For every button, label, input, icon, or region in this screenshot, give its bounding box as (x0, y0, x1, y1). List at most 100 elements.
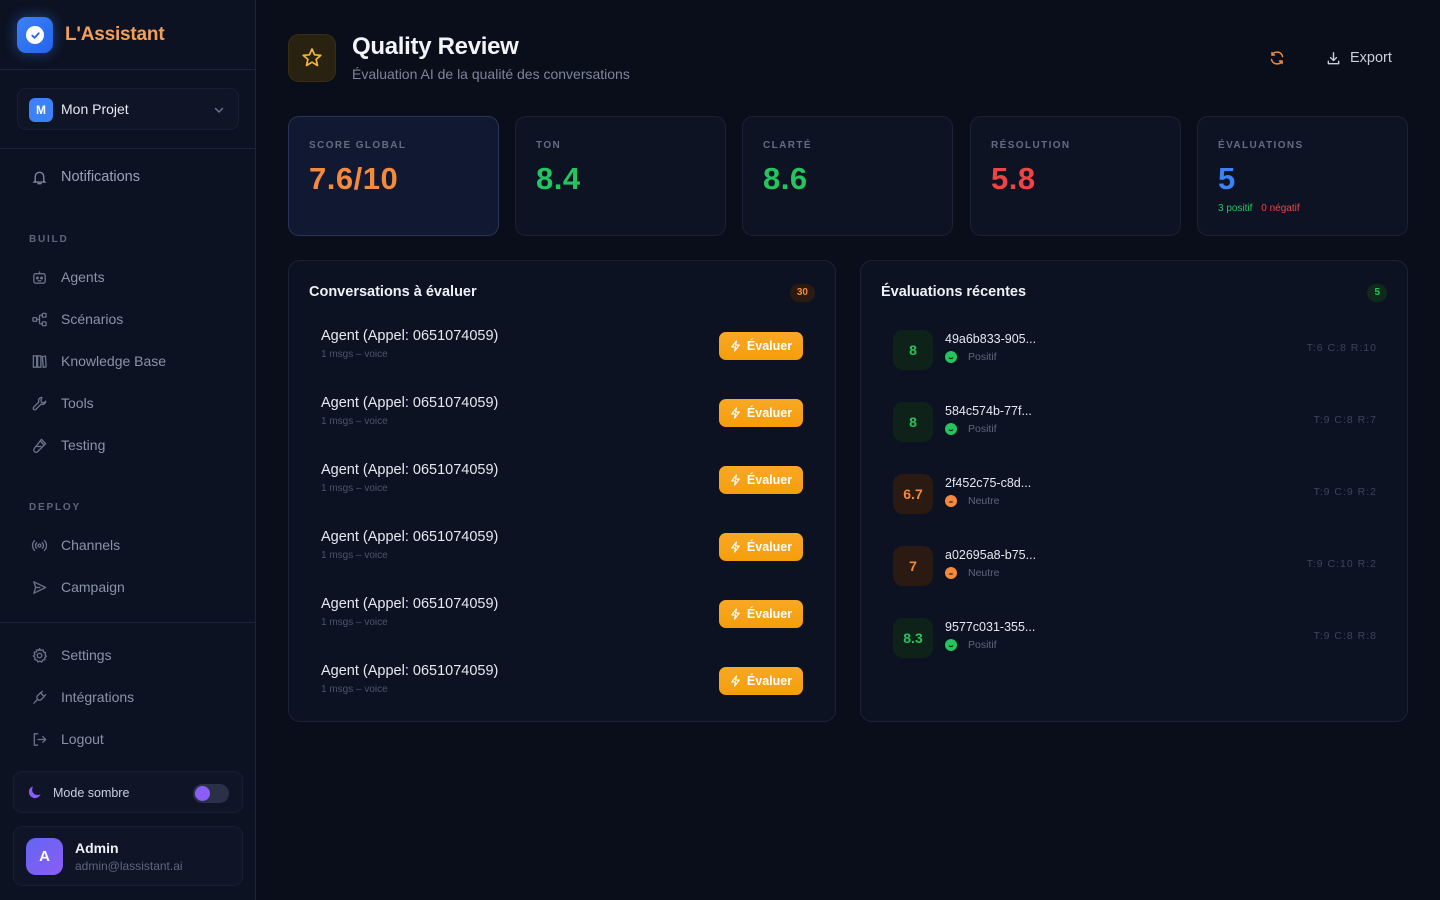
broadcast-icon (30, 536, 48, 554)
list-item[interactable]: Agent (Appel: 0651074059) 1 msgs – voice… (309, 521, 815, 576)
zap-icon (731, 407, 740, 419)
list-item[interactable]: 8 584c574b-77f... Positif T:9 C:8 R:7 (881, 393, 1387, 453)
refresh-button[interactable] (1264, 45, 1290, 71)
conversation-meta: 1 msgs – voice (321, 617, 388, 628)
evaluation-id: a02695a8-b75... (945, 548, 1037, 562)
evaluate-button[interactable]: Évaluer (719, 533, 803, 561)
nav-notifications[interactable]: Notifications (16, 159, 240, 195)
stat-breakdown: 3 positif 0 négatif (1218, 203, 1300, 214)
score-badge: 7 (893, 546, 933, 586)
conversation-title: Agent (Appel: 0651074059) (321, 395, 499, 411)
robot-icon (30, 268, 48, 286)
zap-icon (731, 340, 740, 352)
list-item[interactable]: 7 a02695a8-b75... Neutre T:9 C:10 R:2 (881, 537, 1387, 597)
sentiment-label: Positif (968, 351, 997, 363)
score-badge: 8.3 (893, 618, 933, 658)
list-item[interactable]: Agent (Appel: 0651074059) 1 msgs – voice… (309, 454, 815, 509)
stat-label: TON (536, 140, 562, 151)
evaluate-button[interactable]: Évaluer (719, 332, 803, 360)
nav-scenarios[interactable]: Scénarios (16, 301, 240, 337)
list-item[interactable]: Agent (Appel: 0651074059) 1 msgs – voice… (309, 655, 815, 710)
stat-card-ton: TON 8.4 (515, 116, 726, 236)
nav-campaign[interactable]: Campaign (16, 569, 240, 605)
evaluate-label: Évaluer (746, 540, 793, 554)
nav-logout[interactable]: Logout (16, 721, 240, 757)
plug-icon (30, 688, 48, 706)
list-item[interactable]: 8.3 9577c031-355... Positif T:9 C:8 R:8 (881, 609, 1387, 669)
score-badge: 6.7 (893, 474, 933, 514)
brand-header: L'Assistant (0, 0, 255, 70)
dark-mode-label: Mode sombre (53, 786, 130, 800)
nav-label: Agents (61, 269, 105, 285)
nav-label: Testing (61, 437, 106, 453)
sentiment: Positif (945, 351, 997, 363)
list-item[interactable]: 6.7 2f452c75-c8d... Neutre T:9 C:9 R:2 (881, 465, 1387, 525)
zap-icon (731, 608, 740, 620)
neutral-face-icon (945, 567, 957, 579)
evaluate-button[interactable]: Évaluer (719, 600, 803, 628)
stat-card-clarte: CLARTÉ 8.6 (742, 116, 953, 236)
dark-mode-toggle[interactable] (193, 784, 229, 803)
stat-value: 7.6/10 (309, 161, 399, 196)
nav-label: Scénarios (61, 311, 124, 327)
project-badge: M (29, 98, 53, 122)
export-label: Export (1350, 50, 1392, 66)
evaluate-button[interactable]: Évaluer (719, 667, 803, 695)
conversation-meta: 1 msgs – voice (321, 416, 388, 427)
score-breakdown: T:9 C:8 R:8 (1313, 630, 1377, 642)
sentiment-label: Positif (968, 423, 997, 435)
nav-settings[interactable]: Settings (16, 637, 240, 673)
sentiment: Neutre (945, 495, 1000, 507)
nav-integrations[interactable]: Intégrations (16, 679, 240, 715)
user-name: Admin (75, 840, 119, 856)
evaluate-label: Évaluer (746, 339, 793, 353)
sentiment-label: Neutre (968, 495, 1000, 507)
nav-knowledge-base[interactable]: Knowledge Base (16, 343, 240, 379)
list-item[interactable]: Agent (Appel: 0651074059) 1 msgs – voice… (309, 588, 815, 643)
list-item[interactable]: Agent (Appel: 0651074059) 1 msgs – voice… (309, 320, 815, 375)
evaluate-label: Évaluer (746, 406, 793, 420)
count-badge: 30 (789, 284, 815, 302)
smile-icon (945, 423, 957, 435)
send-icon (30, 578, 48, 596)
avatar: A (26, 838, 63, 875)
nav-label: Tools (61, 395, 94, 411)
nav-tools[interactable]: Tools (16, 385, 240, 421)
evaluate-button[interactable]: Évaluer (719, 399, 803, 427)
section-label-build: BUILD (29, 234, 69, 245)
list-item[interactable]: 8 49a6b833-905... Positif T:6 C:8 R:10 (881, 321, 1387, 381)
nav-label: Knowledge Base (61, 353, 167, 369)
nav-label: Notifications (61, 169, 140, 185)
panel-title: Évaluations récentes (881, 284, 1027, 300)
download-icon (1327, 51, 1340, 64)
nav-channels[interactable]: Channels (16, 527, 240, 563)
logo-icon (17, 17, 53, 53)
workflow-icon (30, 310, 48, 328)
conversation-title: Agent (Appel: 0651074059) (321, 596, 499, 612)
conversation-title: Agent (Appel: 0651074059) (321, 663, 499, 679)
moon-icon (28, 786, 41, 799)
conversation-meta: 1 msgs – voice (321, 684, 388, 695)
stat-value: 5 (1218, 161, 1236, 196)
logout-icon (30, 730, 48, 748)
score-badge: 8 (893, 402, 933, 442)
user-card[interactable]: A Admin admin@lassistant.ai (13, 826, 243, 886)
export-button[interactable]: Export (1316, 42, 1404, 74)
list-item[interactable]: Agent (Appel: 0651074059) 1 msgs – voice… (309, 387, 815, 442)
sentiment-label: Neutre (968, 567, 1000, 579)
gear-icon (30, 646, 48, 664)
sentiment: Positif (945, 639, 997, 651)
nav-testing[interactable]: Testing (16, 427, 240, 463)
conversation-meta: 1 msgs – voice (321, 550, 388, 561)
divider (0, 622, 255, 623)
evaluate-button[interactable]: Évaluer (719, 466, 803, 494)
project-selector[interactable]: M Mon Projet (17, 88, 239, 130)
stat-card-resolution: RÉSOLUTION 5.8 (970, 116, 1181, 236)
nav-agents[interactable]: Agents (16, 259, 240, 295)
stat-label: SCORE GLOBAL (309, 140, 407, 151)
nav-label: Channels (61, 537, 121, 553)
stat-card-evaluations: ÉVALUATIONS 5 3 positif 0 négatif (1197, 116, 1408, 236)
brand-name: L'Assistant (65, 24, 165, 45)
toggle-knob (195, 786, 210, 801)
page-subtitle: Évaluation AI de la qualité des conversa… (352, 66, 630, 82)
